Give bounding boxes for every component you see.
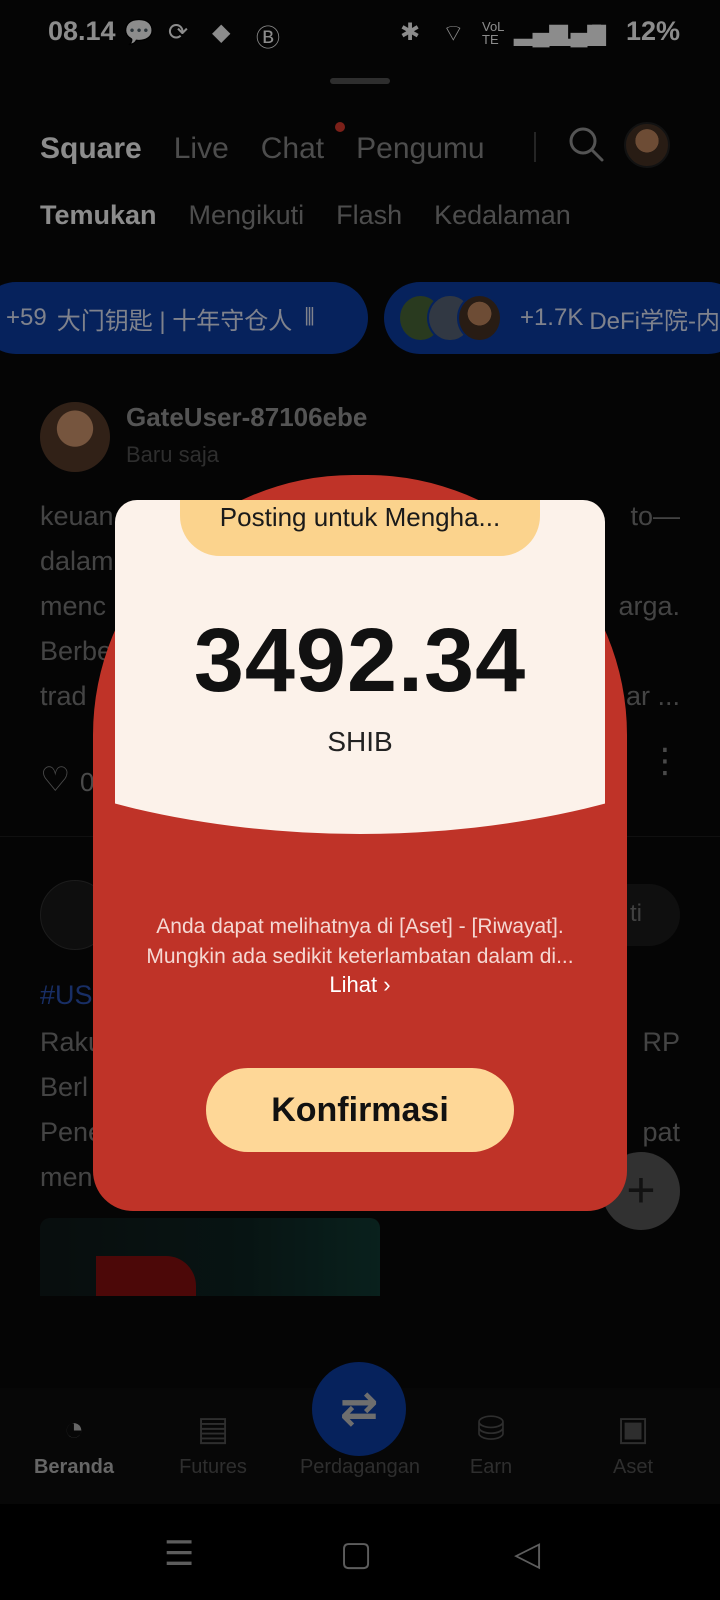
reward-currency: SHIB	[327, 726, 393, 757]
chevron-right-icon: ›	[383, 972, 391, 997]
reward-note: Anda dapat melihatnya di [Aset] - [Riway…	[146, 915, 574, 968]
confirm-button[interactable]: Konfirmasi	[206, 1068, 514, 1152]
reward-title: Posting untuk Mengha...	[219, 502, 501, 532]
reward-amount: 3492.34	[193, 611, 527, 711]
view-link[interactable]: Lihat ›	[115, 972, 605, 998]
